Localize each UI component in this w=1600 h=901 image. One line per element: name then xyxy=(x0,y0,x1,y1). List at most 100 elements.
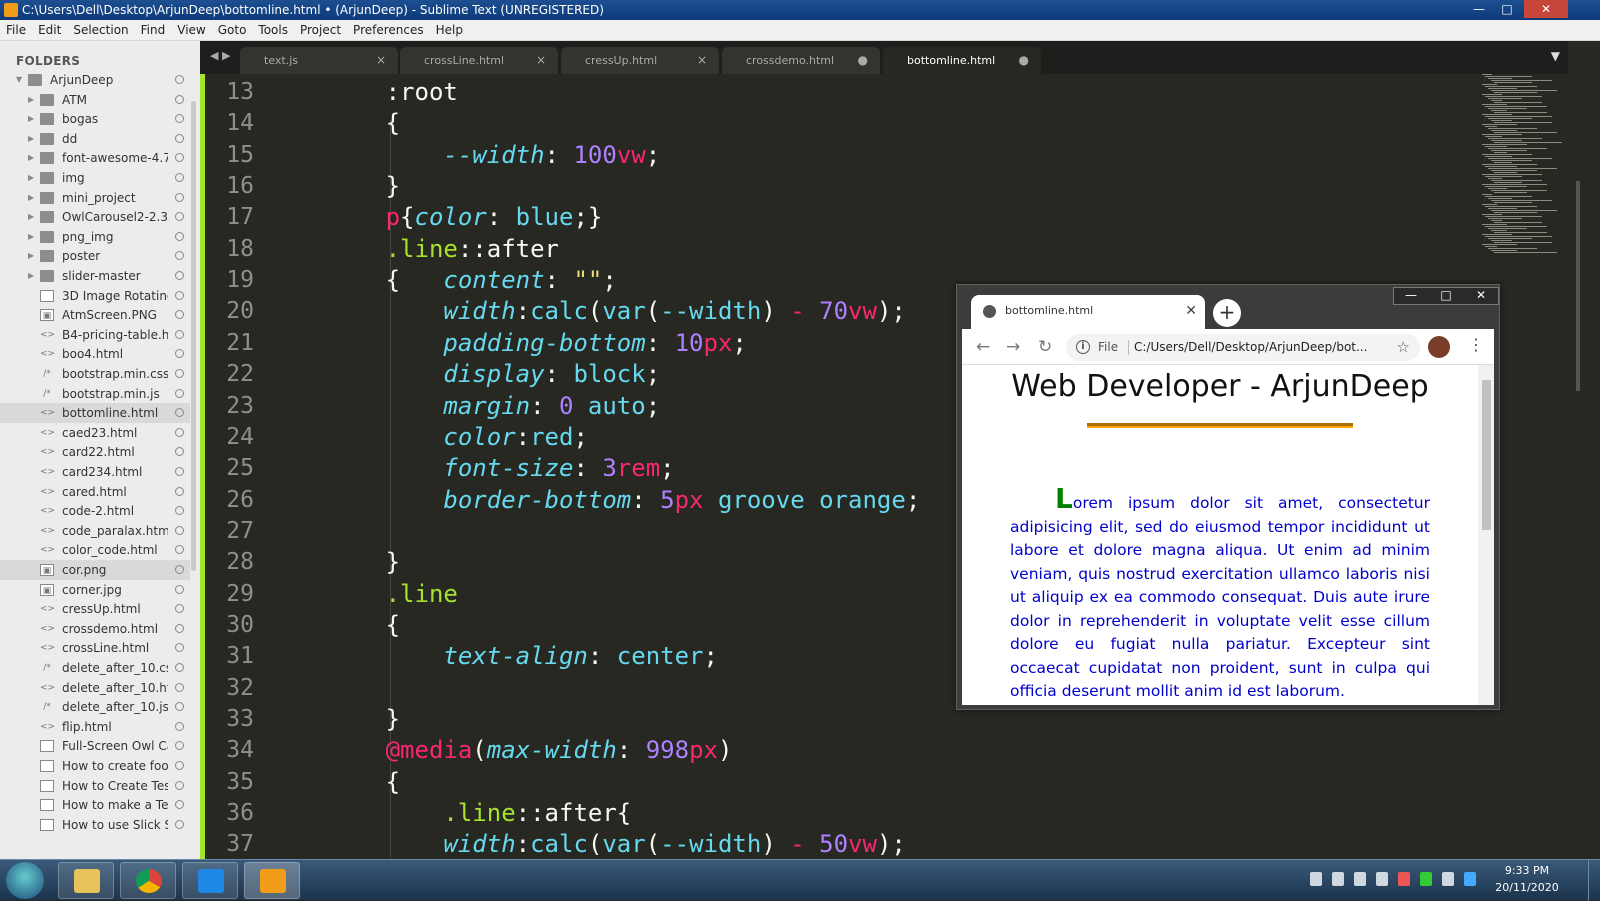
close-circle-icon[interactable] xyxy=(175,467,184,476)
volume-icon[interactable] xyxy=(1354,872,1366,886)
close-circle-icon[interactable] xyxy=(175,761,184,770)
close-circle-icon[interactable] xyxy=(175,133,184,143)
menu-project[interactable]: Project xyxy=(294,20,347,41)
close-circle-icon[interactable] xyxy=(175,329,184,339)
sidebar-file[interactable]: /* bootstrap.min.css xyxy=(0,364,190,384)
sidebar-file[interactable]: /* delete_after_10.js xyxy=(0,697,190,717)
unsaved-dot-icon[interactable]: ● xyxy=(1019,47,1029,74)
tab-dropdown-icon[interactable]: ▼ xyxy=(1551,49,1560,63)
expand-right-icon[interactable]: ▶ xyxy=(28,266,34,286)
sidebar-file[interactable]: <> caed23.html xyxy=(0,423,190,443)
sidebar-folder[interactable]: ▶ OwlCarousel2-2.3.4 xyxy=(0,207,190,227)
tab-4[interactable]: bottomline.html ● xyxy=(883,47,1041,74)
sidebar-folder[interactable]: ▶ bogas xyxy=(0,109,190,129)
close-circle-icon[interactable] xyxy=(175,192,184,202)
close-circle-icon[interactable] xyxy=(175,231,184,241)
scroll-thumb[interactable] xyxy=(1576,181,1580,391)
sidebar-file[interactable]: <> delete_after_10.html xyxy=(0,678,190,698)
tab-close-icon[interactable]: × xyxy=(376,47,386,74)
expand-right-icon[interactable]: ▶ xyxy=(28,109,34,129)
profile-avatar[interactable] xyxy=(1428,336,1450,358)
sidebar-file[interactable]: Full-Screen Owl Carousel xyxy=(0,736,190,756)
sidebar-file[interactable]: <> crossLine.html xyxy=(0,638,190,658)
close-circle-icon[interactable] xyxy=(175,486,184,496)
expand-right-icon[interactable]: ▶ xyxy=(28,227,34,247)
sidebar-folder[interactable]: ▶ font-awesome-4.7.0 xyxy=(0,148,190,168)
expand-down-icon[interactable]: ▼ xyxy=(16,70,22,90)
tab-2[interactable]: cressUp.html × xyxy=(561,47,719,74)
tab-close-icon[interactable]: × xyxy=(536,47,546,74)
close-circle-icon[interactable] xyxy=(175,153,184,163)
close-circle-icon[interactable] xyxy=(175,565,184,574)
show-desktop-button[interactable] xyxy=(1588,860,1600,901)
tray-globe-icon[interactable] xyxy=(1464,872,1476,886)
menu-goto[interactable]: Goto xyxy=(212,20,253,41)
editor-scrollbar[interactable] xyxy=(1568,41,1600,859)
close-button[interactable]: ✕ xyxy=(1524,0,1568,18)
close-circle-icon[interactable] xyxy=(175,780,184,790)
expand-right-icon[interactable]: ▶ xyxy=(28,168,34,188)
signal-icon[interactable] xyxy=(1376,872,1388,886)
sidebar-file[interactable]: ▣ cor.png xyxy=(0,560,190,580)
reload-icon[interactable]: ↻ xyxy=(1038,337,1052,357)
maximize-button[interactable]: □ xyxy=(1494,0,1520,18)
sidebar-scrollbar[interactable] xyxy=(191,101,196,571)
bookmark-star-icon[interactable]: ☆ xyxy=(1397,334,1410,361)
sidebar-file[interactable]: <> cared.html xyxy=(0,482,190,502)
close-circle-icon[interactable] xyxy=(175,682,184,692)
browser-menu-icon[interactable]: ⋮ xyxy=(1468,335,1484,354)
clock[interactable]: 9:33 PM 20/11/2020 xyxy=(1492,862,1562,896)
wifi-icon[interactable] xyxy=(1420,872,1432,886)
tray-app-icon[interactable] xyxy=(1310,872,1322,886)
sidebar-file[interactable]: <> flip.html xyxy=(0,717,190,737)
taskbar-explorer[interactable] xyxy=(58,862,114,899)
sidebar-file[interactable]: /* delete_after_10.css xyxy=(0,658,190,678)
minimize-button[interactable]: — xyxy=(1466,0,1492,18)
close-circle-icon[interactable] xyxy=(175,290,184,300)
close-circle-icon[interactable] xyxy=(175,369,184,378)
sidebar-file[interactable]: ▣ AtmScreen.PNG xyxy=(0,305,190,325)
new-tab-button[interactable]: + xyxy=(1213,299,1241,327)
sidebar-root-folder[interactable]: ▼ ArjunDeep xyxy=(0,70,190,90)
sidebar-file[interactable]: <> card22.html xyxy=(0,442,190,462)
sidebar-file[interactable]: /* bootstrap.min.js xyxy=(0,384,190,404)
info-icon[interactable]: i xyxy=(1076,340,1090,354)
close-circle-icon[interactable] xyxy=(175,721,184,731)
url-text[interactable]: C:/Users/Dell/Desktop/ArjunDeep/bot... xyxy=(1134,334,1384,361)
browser-maximize-button[interactable]: □ xyxy=(1429,288,1463,304)
menu-preferences[interactable]: Preferences xyxy=(347,20,430,41)
taskbar-vscode[interactable] xyxy=(182,862,238,899)
tab-nav-arrows-icon[interactable]: ◀ ▶ xyxy=(210,49,230,62)
browser-minimize-button[interactable]: — xyxy=(1394,288,1428,304)
expand-right-icon[interactable]: ▶ xyxy=(28,246,34,266)
sidebar-file[interactable]: How to create footer xyxy=(0,756,190,776)
network-warning-icon[interactable] xyxy=(1398,872,1410,886)
close-circle-icon[interactable] xyxy=(175,349,184,359)
menu-tools[interactable]: Tools xyxy=(252,20,294,41)
close-tab-icon[interactable]: ✕ xyxy=(1185,295,1197,327)
tab-close-icon[interactable]: × xyxy=(697,47,707,74)
back-icon[interactable]: ← xyxy=(976,337,990,357)
tray-sync-icon[interactable] xyxy=(1442,872,1454,886)
close-circle-icon[interactable] xyxy=(175,506,184,516)
sidebar-folder[interactable]: ▶ mini_project xyxy=(0,188,190,208)
close-circle-icon[interactable] xyxy=(175,310,184,320)
expand-right-icon[interactable]: ▶ xyxy=(28,188,34,208)
sidebar-file[interactable]: <> bottomline.html xyxy=(0,403,190,424)
taskbar-sublime[interactable] xyxy=(244,862,300,899)
sidebar-file[interactable]: <> card234.html xyxy=(0,462,190,482)
menu-edit[interactable]: Edit xyxy=(32,20,67,41)
sidebar-folder[interactable]: ▶ ATM xyxy=(0,90,190,110)
sidebar-folder[interactable]: ▶ slider-master xyxy=(0,266,190,286)
close-circle-icon[interactable] xyxy=(175,114,184,124)
sidebar-folder[interactable]: ▶ dd xyxy=(0,129,190,149)
menu-selection[interactable]: Selection xyxy=(67,20,134,41)
close-circle-icon[interactable] xyxy=(175,623,184,633)
close-circle-icon[interactable] xyxy=(175,75,184,84)
close-circle-icon[interactable] xyxy=(175,663,184,672)
close-circle-icon[interactable] xyxy=(175,643,184,653)
sidebar-folder[interactable]: ▶ poster xyxy=(0,246,190,266)
page-scroll-thumb[interactable] xyxy=(1482,380,1491,530)
sidebar-file[interactable]: How to use Slick Slider xyxy=(0,815,190,835)
sidebar-file[interactable]: <> color_code.html xyxy=(0,540,190,560)
